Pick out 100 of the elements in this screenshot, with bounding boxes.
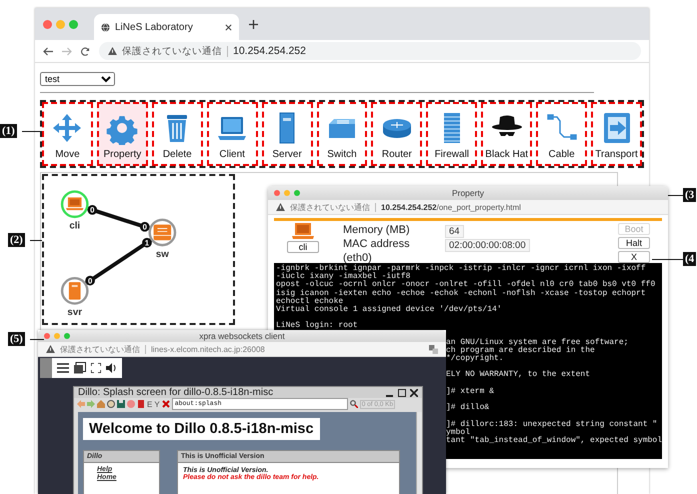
reload-icon[interactable] xyxy=(107,400,115,408)
topology-select[interactable]: test xyxy=(40,72,115,86)
url-text: 10.254.254.252 xyxy=(233,45,306,57)
network-node[interactable] xyxy=(148,218,176,246)
close-button[interactable] xyxy=(43,20,52,28)
tool-button[interactable]: Property xyxy=(96,102,148,166)
laptop-icon xyxy=(292,223,314,239)
laptop-icon xyxy=(218,117,246,140)
security-label: 保護されていない通信 xyxy=(122,44,222,58)
node-name-button[interactable]: cli xyxy=(287,241,319,253)
save-icon[interactable] xyxy=(117,400,125,408)
search-icon[interactable] xyxy=(350,400,358,408)
terminal-line: ]# dillo& xyxy=(446,404,490,412)
switch-icon xyxy=(328,119,355,138)
bookmark-icon[interactable] xyxy=(137,400,145,408)
leader-line xyxy=(30,339,44,340)
callout-label: (2) xyxy=(8,233,25,247)
maximize-icon[interactable] xyxy=(398,388,406,396)
terminal-line: isig icanon -iexten echo -echoe -echok -echonl -noflsh -xcase -tostop echoprt xyxy=(276,290,647,298)
terminal-line: ]# xterm & xyxy=(446,388,496,396)
leader-line xyxy=(22,131,40,132)
security-label: 保護されていない通信 xyxy=(290,202,370,212)
terminal-line: ymbol xyxy=(446,428,471,437)
field-label: MAC address xyxy=(343,237,411,251)
window-title: Property xyxy=(452,188,484,198)
terminal-line: -iuclc ixany -imaxbel -iutf8 xyxy=(276,273,412,282)
port-badge: 0 xyxy=(140,222,150,232)
cable-line xyxy=(85,238,152,285)
security-label: 保護されていない通信 xyxy=(60,344,140,354)
reload-icon[interactable] xyxy=(81,46,90,56)
action-button[interactable]: Halt xyxy=(618,237,650,249)
back-icon[interactable] xyxy=(43,46,53,56)
terminal-line: ]# dillorc:183: unexpected string constant " xyxy=(446,420,658,429)
url-text: lines-x.elcom.nitech.ac.jp:26008 xyxy=(151,344,265,354)
terminal-line: ELY NO WARRANTY, to the extent xyxy=(446,371,592,380)
translate-icon[interactable] xyxy=(429,344,438,354)
tool-button[interactable]: Client xyxy=(206,102,258,166)
callout-label: (4 xyxy=(683,252,696,266)
url-text: 10.254.254.252/one_port_property.html xyxy=(381,202,521,212)
toolbar-letter[interactable]: E xyxy=(147,400,152,408)
callout-label: (3 xyxy=(683,188,696,202)
warning-icon xyxy=(276,203,285,211)
terminal-line: tant "tab_instead_of_window", expected symbol xyxy=(446,436,660,446)
node-label: cli xyxy=(69,220,80,232)
node-label: svr xyxy=(67,307,82,318)
node-label: sw xyxy=(156,248,169,260)
close-button[interactable] xyxy=(274,190,280,196)
terminal-line: opost -olcuc -ocrnl onlcr -onocr -onlret -ofill -ofdel nl0 cr0 tab0 bs0 vt0 ff0 xyxy=(276,281,656,290)
toolbar-grip[interactable] xyxy=(40,358,52,378)
close-button[interactable] xyxy=(44,333,50,339)
tool-button[interactable]: Switch xyxy=(316,102,368,166)
interface-label: (eth0) xyxy=(343,251,373,264)
close-icon[interactable] xyxy=(225,24,232,30)
tool-button[interactable]: Cable xyxy=(536,102,588,166)
terminal-line: LiNeS login: root xyxy=(276,322,359,330)
terminal-line: an GNU/Linux system are free software; xyxy=(446,338,630,347)
cable-icon xyxy=(546,114,576,140)
callout-label: (5) xyxy=(8,332,25,346)
speaker-icon[interactable] xyxy=(106,363,117,373)
callout-label: (1) xyxy=(0,124,17,138)
gear-icon xyxy=(107,116,138,145)
tool-button[interactable]: Router xyxy=(371,102,422,166)
globe-icon xyxy=(101,22,110,32)
window-icon[interactable] xyxy=(74,362,86,374)
plus-icon[interactable] xyxy=(249,20,258,28)
scrollbar[interactable] xyxy=(416,412,422,494)
field-label: Memory (MB) xyxy=(343,223,411,237)
terminal-line: ch program are described in the xyxy=(446,346,596,355)
terminal-line: -ignbrk -brkint ignpar -parmrk -inpck -istrip -inlcr -igncr icrnl ixon -ixoff xyxy=(276,265,647,273)
close-icon[interactable] xyxy=(410,388,418,396)
window-title: xpra websockets client xyxy=(199,331,285,341)
tool-button[interactable]: Firewall xyxy=(426,102,478,166)
toolbar-letter[interactable]: Y xyxy=(154,400,160,408)
port-badge: 1 xyxy=(142,238,152,248)
exit-icon xyxy=(604,113,630,143)
input-field[interactable]: 02:00:00:00:08:00 xyxy=(445,239,530,252)
warning-icon xyxy=(108,47,117,55)
network-node[interactable] xyxy=(60,190,89,218)
tool-button[interactable]: Transport xyxy=(591,102,642,166)
terminal-line: Virtual console 1 assigned device '/dev/pts/14' xyxy=(276,306,503,314)
warning-icon xyxy=(46,345,55,353)
address-bar[interactable]: 保護されていない通信 10.254.254.252 xyxy=(99,42,641,60)
tool-button[interactable]: Move xyxy=(42,102,93,166)
tool-button[interactable]: Delete xyxy=(152,102,203,166)
input-field[interactable]: 64 xyxy=(445,225,464,238)
fullscreen-icon[interactable] xyxy=(91,363,101,373)
port-badge: 0 xyxy=(85,276,95,286)
menu-icon[interactable] xyxy=(57,363,69,373)
router-icon xyxy=(382,119,411,138)
network-node[interactable] xyxy=(60,277,89,305)
arrows-icon xyxy=(53,114,82,142)
terminal-line: */copyright. xyxy=(446,355,505,364)
clear-icon[interactable] xyxy=(162,400,170,408)
server-icon xyxy=(280,112,295,144)
action-button[interactable]: X xyxy=(618,251,650,263)
tool-button[interactable]: Server xyxy=(262,102,313,166)
tool-button[interactable]: Black Hat xyxy=(481,102,532,166)
page-heading: Welcome to Dillo 0.8.5-i18n-misc xyxy=(83,418,320,440)
browser-tab[interactable]: LiNeS Laboratory xyxy=(94,14,239,40)
brick-wall-icon xyxy=(443,113,460,143)
